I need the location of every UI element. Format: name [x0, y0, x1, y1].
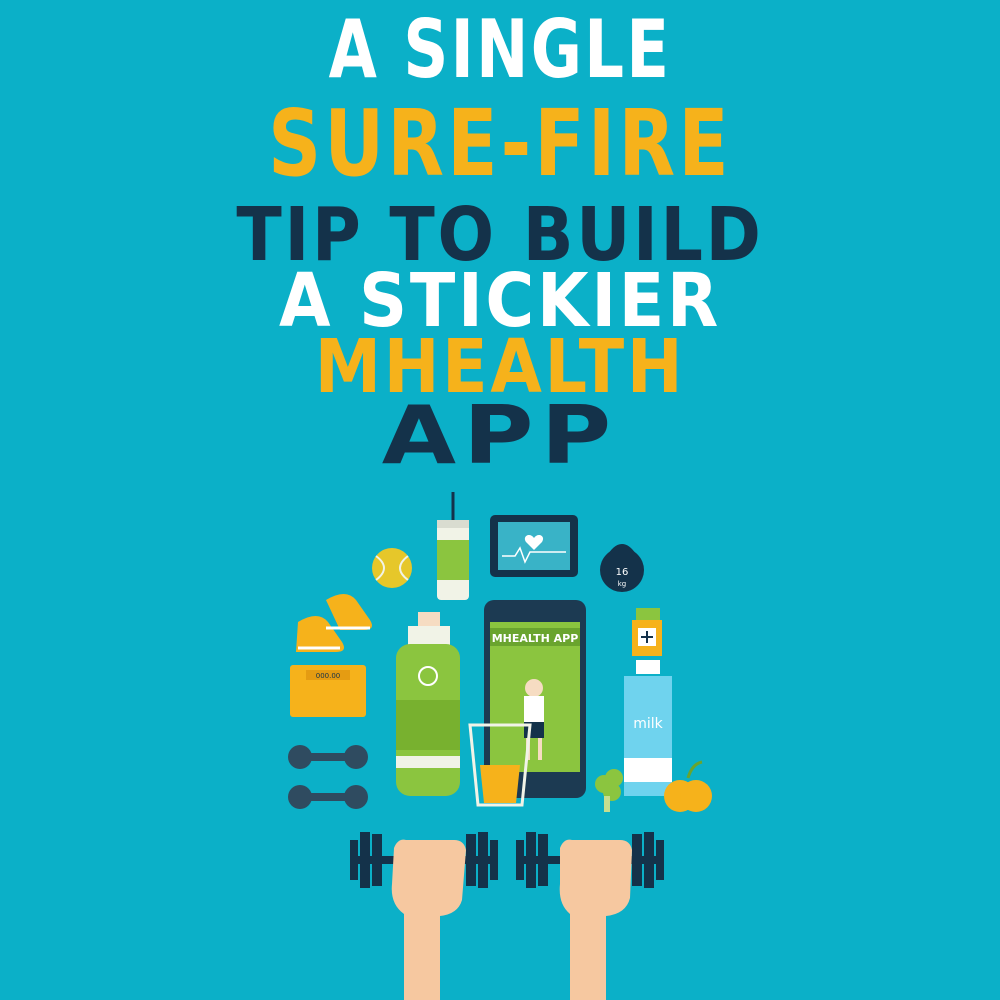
headline-line-2: SURE-FIRE: [268, 90, 732, 197]
kettlebell-weight: 16: [616, 567, 629, 578]
dumbbell-icon: [288, 745, 368, 809]
scale-readout: 000.00: [316, 672, 341, 680]
headline-line-5: MHEALTH: [314, 324, 686, 410]
headline: A SINGLE SURE-FIRE TIP TO BUILD A STICKI…: [0, 3, 1000, 482]
headline-line-4: A STICKIER: [279, 258, 721, 344]
medicine-bottle-icon: [632, 608, 662, 656]
left-hand-icon: [391, 839, 466, 1000]
kettlebell-icon: 16 kg: [600, 544, 644, 592]
water-bottle-icon: [396, 612, 460, 796]
headline-line-1: A SINGLE: [328, 3, 672, 96]
headline-line-6: APP: [381, 389, 619, 482]
right-hand-icon: [559, 839, 632, 1000]
kettlebell-unit: kg: [618, 580, 627, 588]
heart-monitor-icon: [490, 515, 578, 577]
sneakers-icon: [296, 594, 372, 652]
milk-label: milk: [633, 716, 663, 732]
scale-icon: 000.00: [290, 665, 366, 717]
milk-carton-icon: milk: [624, 660, 672, 796]
poster: A SINGLE SURE-FIRE TIP TO BUILD A STICKI…: [0, 0, 1000, 1000]
fitness-illustration: 16 kg 000.00 MHEALTH APP milk: [288, 492, 712, 1000]
punching-bag-icon: [437, 492, 469, 600]
broccoli-icon: [595, 769, 623, 812]
phone-app-title: MHEALTH APP: [492, 632, 579, 645]
headline-line-3: TIP TO BUILD: [236, 192, 764, 278]
tennis-ball-icon: [372, 548, 412, 588]
